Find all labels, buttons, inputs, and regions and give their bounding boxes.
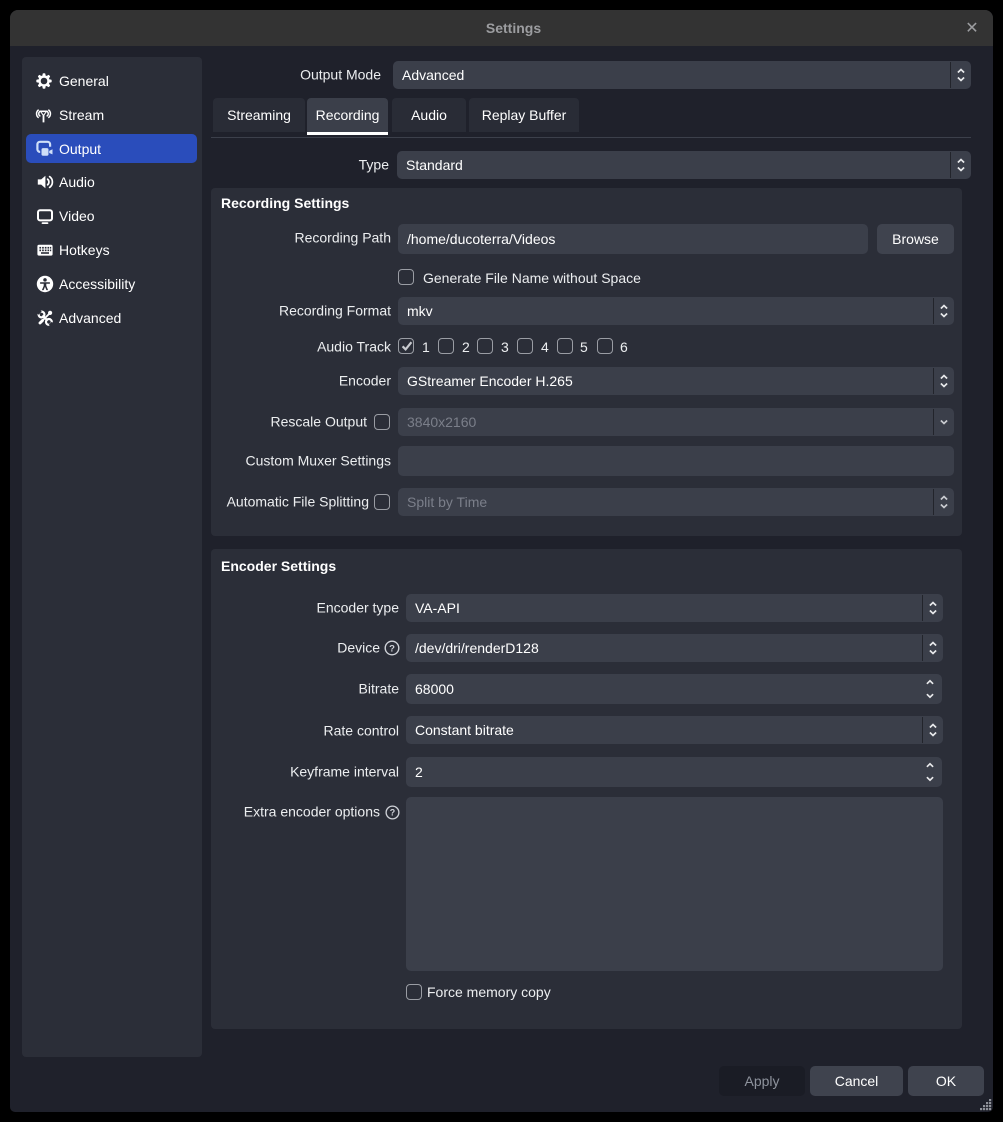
svg-text:?: ? [390,808,395,818]
svg-text:?: ? [389,643,395,654]
